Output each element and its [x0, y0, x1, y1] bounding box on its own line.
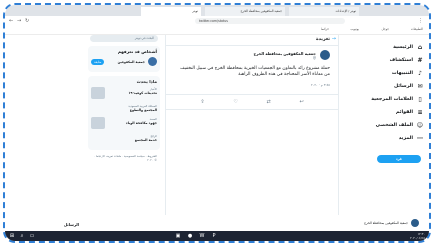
nav-label: القوائم: [395, 110, 413, 115]
browser-tab-bar: تويتر / الإعدادات جمعية المكفوفين بمحافظ…: [5, 5, 429, 16]
mail-icon: ✉: [417, 82, 423, 90]
tweet-author[interactable]: جمعية المكفوفين بمحافظة الخرج @: [166, 46, 338, 64]
trend-item[interactable]: الأخبار تحديثات كوفيد-١٩: [91, 87, 157, 99]
tweet-actions: ↩ ⇄ ♡ ⇪: [166, 94, 338, 110]
start-icon[interactable]: ⊞: [9, 233, 15, 239]
bookmarks-bar: التطبيقات جوجل يوتيوب خرائط: [5, 26, 429, 35]
browser-icon[interactable]: ●: [187, 233, 193, 239]
card-title: ماذا يحدث: [136, 79, 157, 84]
bookmark-icon: ▯: [418, 95, 422, 103]
tweet-text: حملة مشروع رائد بالتعاون مع الجمعيات الخ…: [180, 66, 330, 77]
bell-icon: ♪: [418, 69, 422, 77]
screenshot-frame: تويتر / الإعدادات جمعية المكفوفين بمحافظ…: [3, 3, 431, 243]
author-handle: @: [312, 55, 316, 60]
nav-item-more[interactable]: ⋯ المزيد: [353, 132, 423, 145]
tweet-timestamp: ٣:٤٥ م · ٢٠٢٠: [310, 83, 330, 87]
list-item[interactable]: جمعية المكفوفين متابعة: [91, 57, 157, 66]
bookmark-item[interactable]: يوتيوب: [351, 27, 360, 31]
trend-thumbnail: [91, 87, 105, 99]
trend-item[interactable]: الرائج خدمة المجتمع: [91, 134, 157, 142]
messages-drawer[interactable]: الرسائل: [19, 221, 79, 229]
profile-icon: ☺: [416, 121, 423, 129]
tweet-button[interactable]: غرد: [377, 155, 421, 163]
trend-title: خدمة المجتمع: [134, 138, 157, 142]
account-name[interactable]: جمعية المكفوفين: [107, 60, 145, 64]
menu-dots-icon[interactable]: ⋮: [418, 18, 423, 24]
follow-button[interactable]: متابعة: [91, 58, 105, 65]
reload-icon[interactable]: ↻: [25, 18, 29, 24]
trend-item[interactable]: المملكة العربية السعودية المجتمع والتطوع: [91, 104, 157, 112]
nav-label: استكشاف: [389, 58, 413, 63]
reply-icon[interactable]: ↩: [299, 99, 303, 105]
nav-label: الملف الشخصي: [375, 123, 413, 128]
nav-item-notifications[interactable]: ♪ التنبيهات: [353, 67, 423, 80]
trend-item[interactable]: الصحة جهود مكافحة الوباء: [91, 117, 157, 129]
browser-tab[interactable]: جمعية المكفوفين بمحافظة الخرج: [205, 7, 285, 16]
nav-label: الرئيسية: [393, 45, 413, 50]
search-input[interactable]: البحث في تويتر: [90, 35, 158, 42]
trend-title: جهود مكافحة الوباء: [126, 121, 157, 125]
nav-label: المزيد: [398, 136, 413, 141]
browser-tab[interactable]: تويتر / الإعدادات: [289, 7, 359, 16]
nav-item-explore[interactable]: # استكشاف: [353, 54, 423, 67]
nav-label: الرسائل: [393, 84, 413, 89]
os-taskbar: ⊞ ⌕ ▭ ▣ ● W P ١٢:٣٠ ٢٠٢٠/٠٤/١٥: [5, 231, 429, 241]
nav-item-bookmarks[interactable]: ▯ العلامات المرجعية: [353, 93, 423, 106]
page-title: تغريدة: [166, 35, 338, 46]
nav-label: التنبيهات: [391, 71, 413, 76]
bookmark-item[interactable]: جوجل: [381, 27, 389, 31]
trend-thumbnail: [91, 117, 105, 129]
more-icon: ⋯: [417, 134, 423, 142]
nav-item-messages[interactable]: ✉ الرسائل: [353, 80, 423, 93]
browser-tab-active[interactable]: تويتر: [141, 7, 201, 16]
nav-label: العلامات المرجعية: [371, 97, 413, 102]
right-sidebar: البحث في تويتر أشخاص قد تعرفهم جمعية الم…: [88, 35, 160, 162]
account-switcher[interactable]: جمعية المكفوفين بمحافظة الخرج: [364, 219, 419, 227]
nav-item-lists[interactable]: ≡ القوائم: [353, 106, 423, 119]
trends-card: ماذا يحدث الأخبار تحديثات كوفيد-١٩ الممل…: [88, 76, 160, 150]
task-view-icon[interactable]: ▭: [29, 233, 35, 239]
back-arrow-icon[interactable]: →: [332, 36, 336, 42]
footer-links[interactable]: الشروط · سياسة الخصوصية · ملفات تعريف ال…: [88, 154, 160, 162]
bookmark-item[interactable]: التطبيقات: [411, 27, 423, 31]
url-field[interactable]: twitter.com/status: [195, 18, 345, 24]
avatar[interactable]: [320, 50, 330, 60]
account-name: جمعية المكفوفين بمحافظة الخرج: [363, 221, 408, 225]
avatar[interactable]: [148, 57, 157, 66]
main-navigation: ⌂ الرئيسية # استكشاف ♪ التنبيهات ✉ الرسا…: [353, 41, 423, 145]
share-icon[interactable]: ⇪: [200, 99, 204, 105]
author-name[interactable]: جمعية المكفوفين بمحافظة الخرج: [254, 51, 316, 56]
forward-arrow-icon[interactable]: →: [17, 18, 21, 24]
trend-title: المجتمع والتطوع: [129, 108, 157, 112]
search-icon[interactable]: ⌕: [19, 233, 25, 239]
bookmark-item[interactable]: خرائط: [321, 27, 329, 31]
clock-date: ٢٠٢٠/٠٤/١٥: [410, 236, 425, 240]
who-to-follow-card: أشخاص قد تعرفهم جمعية المكفوفين متابعة: [88, 46, 160, 72]
list-icon: ≡: [417, 108, 423, 116]
tweet-detail-column: تغريدة → جمعية المكفوفين بمحافظة الخرج @…: [165, 35, 339, 215]
home-icon: ⌂: [417, 43, 423, 51]
clock[interactable]: ١٢:٣٠ ٢٠٢٠/٠٤/١٥: [410, 232, 425, 240]
retweet-icon[interactable]: ⇄: [267, 99, 271, 105]
back-arrow-icon[interactable]: ←: [9, 18, 13, 24]
hash-icon: #: [417, 56, 423, 64]
like-icon[interactable]: ♡: [233, 99, 237, 105]
nav-item-home[interactable]: ⌂ الرئيسية: [353, 41, 423, 54]
trend-title: تحديثات كوفيد-١٩: [128, 91, 157, 95]
card-title: أشخاص قد تعرفهم: [117, 49, 157, 54]
word-icon[interactable]: W: [199, 233, 205, 239]
file-explorer-icon[interactable]: ▣: [175, 233, 181, 239]
powerpoint-icon[interactable]: P: [211, 233, 217, 239]
nav-item-profile[interactable]: ☺ الملف الشخصي: [353, 119, 423, 132]
avatar[interactable]: [411, 219, 419, 227]
